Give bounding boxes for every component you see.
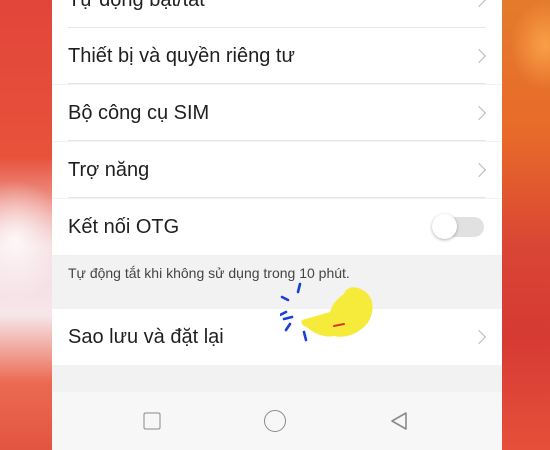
chevron-right-icon — [471, 0, 487, 8]
divider — [68, 83, 486, 84]
setting-row-device-privacy[interactable]: Thiết bị và quyền riêng tư — [52, 28, 502, 84]
divider — [68, 197, 486, 198]
wallpaper-left — [0, 0, 70, 450]
back-triangle-icon[interactable] — [390, 411, 408, 431]
toggle-knob — [432, 214, 457, 239]
setting-label: Thiết bị và quyền riêng tư — [68, 44, 295, 67]
chevron-right-icon — [471, 105, 487, 121]
setting-label: Bộ công cụ SIM — [68, 101, 210, 124]
setting-label: Tự động bật/tắt — [68, 0, 205, 12]
setting-row-auto-on-off[interactable]: Tự động bật/tắt — [52, 0, 502, 28]
chevron-right-icon — [471, 329, 487, 345]
chevron-right-icon — [471, 162, 487, 178]
setting-label: Trợ năng — [68, 158, 150, 181]
setting-label: Kết nối OTG — [68, 215, 180, 238]
chevron-right-icon — [471, 48, 487, 64]
home-circle-icon[interactable] — [264, 410, 286, 432]
setting-row-accessibility[interactable]: Trợ năng — [52, 142, 502, 198]
recents-square-icon[interactable] — [143, 412, 161, 430]
setting-label: Sao lưu và đặt lại — [68, 325, 224, 348]
setting-row-otg: Kết nối OTG — [52, 199, 502, 255]
otg-toggle-switch[interactable] — [432, 214, 484, 239]
wallpaper-right — [500, 0, 550, 450]
setting-row-backup-reset[interactable]: Sao lưu và đặt lại — [52, 309, 502, 365]
otg-note: Tự động tắt khi không sử dụng trong 10 p… — [68, 265, 350, 281]
settings-screen: Tự động bật/tắt Thiết bị và quyền riêng … — [52, 0, 502, 450]
divider — [68, 140, 486, 141]
setting-row-sim-toolkit[interactable]: Bộ công cụ SIM — [52, 85, 502, 141]
tap-hand-pointer-icon — [280, 282, 373, 342]
navigation-bar — [52, 392, 502, 450]
